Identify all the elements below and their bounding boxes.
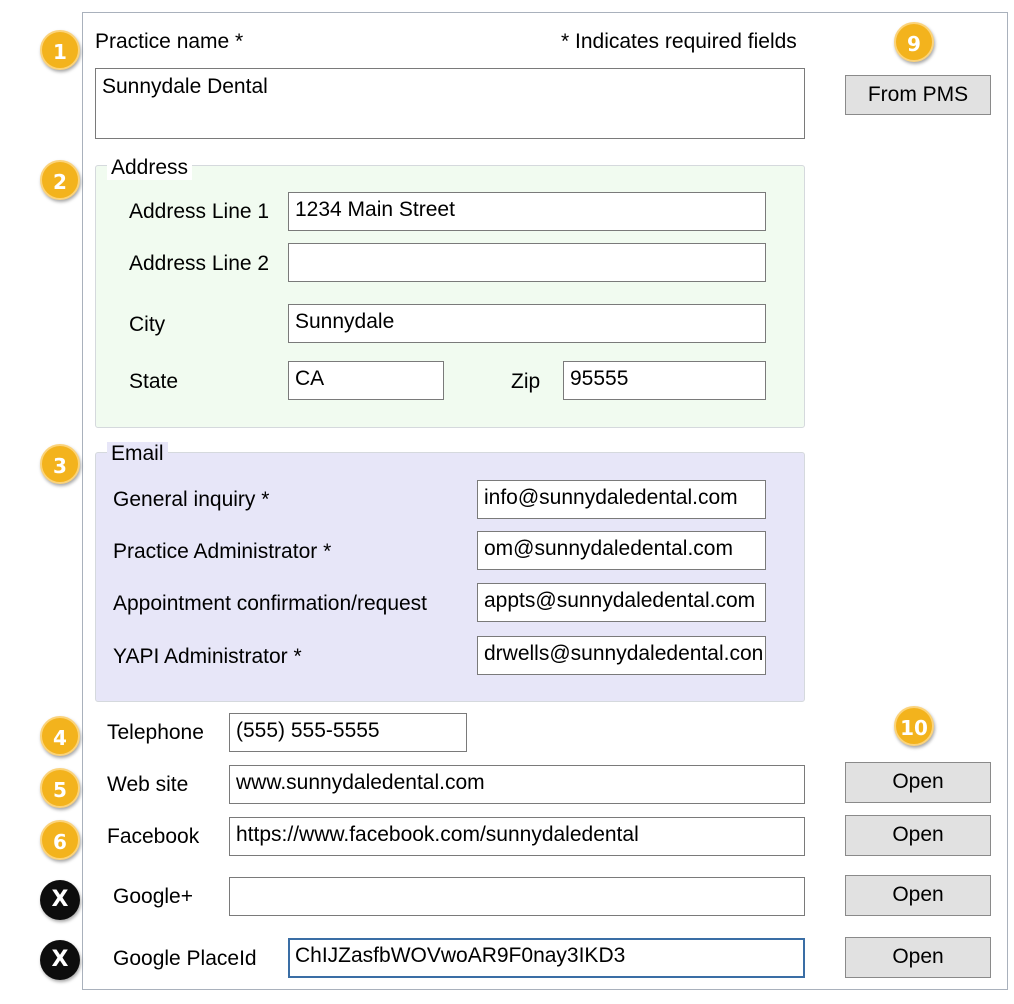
email-legend: Email <box>107 442 168 466</box>
address-line1-label: Address Line 1 <box>129 200 270 223</box>
google-placeid-open-button[interactable]: Open <box>845 937 991 978</box>
address-legend: Address <box>107 156 193 180</box>
address-line2-label: Address Line 2 <box>129 252 270 275</box>
callout-badge-x-googleplus: X <box>40 880 80 920</box>
city-label: City <box>129 313 166 336</box>
callout-badge-10: 10 <box>894 706 934 746</box>
state-input[interactable]: CA <box>288 361 444 400</box>
general-inquiry-input[interactable]: info@sunnydaledental.com <box>477 480 766 519</box>
googleplus-open-button[interactable]: Open <box>845 875 991 916</box>
practice-name-label: Practice name * <box>95 30 244 53</box>
callout-badge-x-placeid: X <box>40 940 80 980</box>
practice-administrator-input[interactable]: om@sunnydaledental.com <box>477 531 766 570</box>
from-pms-button[interactable]: From PMS <box>845 75 991 115</box>
telephone-input[interactable]: (555) 555-5555 <box>229 713 467 752</box>
general-inquiry-label: General inquiry * <box>113 488 270 511</box>
callout-badge-4: 4 <box>40 716 80 756</box>
callout-badge-6: 6 <box>40 820 80 860</box>
googleplus-input[interactable] <box>229 877 805 916</box>
address-line2-input[interactable] <box>288 243 766 282</box>
required-fields-note: * Indicates required fields <box>561 30 797 53</box>
google-placeid-input[interactable]: ChIJZasfbWOVwoAR9F0nay3IKD3 <box>288 938 805 978</box>
practice-administrator-label: Practice Administrator * <box>113 540 332 563</box>
state-label: State <box>129 370 179 393</box>
facebook-input[interactable]: https://www.facebook.com/sunnydaledental <box>229 817 805 856</box>
city-input[interactable]: Sunnydale <box>288 304 766 343</box>
website-input[interactable]: www.sunnydaledental.com <box>229 765 805 804</box>
website-label: Web site <box>107 773 189 796</box>
callout-badge-5: 5 <box>40 768 80 808</box>
zip-input[interactable]: 95555 <box>563 361 766 400</box>
facebook-open-button[interactable]: Open <box>845 815 991 856</box>
telephone-label: Telephone <box>107 721 204 744</box>
facebook-label: Facebook <box>107 825 200 848</box>
address-line1-input[interactable]: 1234 Main Street <box>288 192 766 231</box>
appointment-confirmation-input[interactable]: appts@sunnydaledental.com <box>477 583 766 622</box>
callout-badge-3: 3 <box>40 444 80 484</box>
yapi-administrator-label: YAPI Administrator * <box>113 645 302 668</box>
practice-name-input[interactable]: Sunnydale Dental <box>95 68 805 139</box>
appointment-confirmation-label: Appointment confirmation/request <box>113 592 428 615</box>
website-open-button[interactable]: Open <box>845 762 991 803</box>
yapi-administrator-input[interactable]: drwells@sunnydaledental.con <box>477 636 766 675</box>
zip-label: Zip <box>511 370 541 393</box>
googleplus-label: Google+ <box>113 885 193 908</box>
google-placeid-label: Google PlaceId <box>113 947 257 970</box>
callout-badge-2: 2 <box>40 160 80 200</box>
callout-badge-1: 1 <box>40 30 80 70</box>
callout-badge-9: 9 <box>894 22 934 62</box>
